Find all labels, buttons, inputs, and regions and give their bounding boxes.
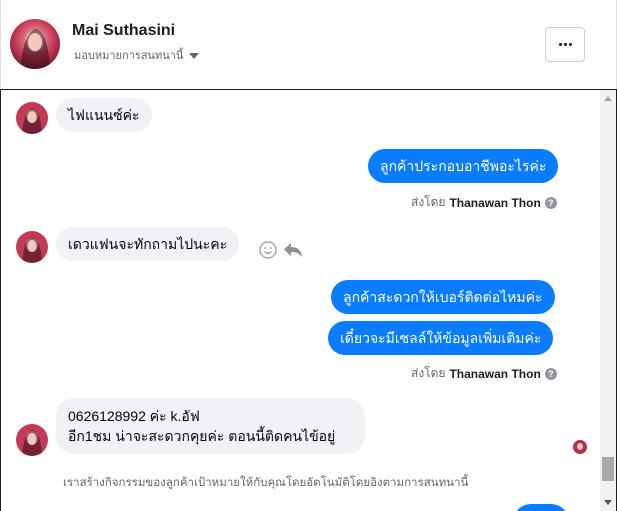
more-options-button[interactable] <box>545 27 585 62</box>
sender-avatar-image <box>16 102 48 134</box>
messenger-conversation-window: Mai Suthasini มอบหมายการสนทนานี้ ไฟแนนซ์… <box>0 0 617 511</box>
sent-by-label: ส่งโดย Thanawan Thon ? <box>411 193 557 212</box>
contact-avatar-image <box>10 19 60 69</box>
automation-note: เราสร้างกิจกรรมของลูกค้าเป้าหมายให้กับคุ… <box>63 477 469 489</box>
assign-conversation-dropdown[interactable]: มอบหมายการสนทนานี้ <box>74 46 200 64</box>
help-icon[interactable]: ? <box>544 367 557 380</box>
sent-by-prefix: ส่งโดย <box>411 195 446 209</box>
scrollbar[interactable] <box>600 90 616 511</box>
assign-conversation-label: มอบหมายการสนทนานี้ <box>74 50 184 62</box>
sender-avatar-image <box>16 424 48 456</box>
sender-avatar[interactable] <box>16 424 48 456</box>
scroll-down-button[interactable] <box>600 494 616 510</box>
message-bubble-outgoing-partial[interactable] <box>513 504 569 511</box>
arrow-down-icon <box>604 499 612 505</box>
sender-avatar[interactable] <box>16 102 48 134</box>
sent-by-agent: Thanawan Thon <box>449 366 541 381</box>
caret-down-icon <box>189 52 200 59</box>
message-bubble-incoming[interactable]: เดวแฟนจะทักถามไปนะคะ <box>56 227 240 261</box>
sent-by-prefix: ส่งโดย <box>411 366 446 380</box>
scroll-thumb[interactable] <box>602 457 614 481</box>
arrow-up-icon <box>604 95 612 101</box>
sender-avatar[interactable] <box>16 231 48 263</box>
scroll-up-button[interactable] <box>600 90 616 106</box>
message-bubble-outgoing[interactable]: ลูกค้าสะดวกให้เบอร์ติดต่อไหมค่ะ <box>331 280 555 314</box>
seen-receipt-avatar <box>573 440 587 454</box>
message-bubble-outgoing[interactable]: ลูกค้าประกอบอาชีพอะไรค่ะ <box>368 149 559 183</box>
message-line: 0626128992 ค่ะ k.อัฟ <box>68 408 200 424</box>
sent-by-label: ส่งโดย Thanawan Thon ? <box>411 364 557 383</box>
sent-by-agent: Thanawan Thon <box>449 195 541 210</box>
message-bubble-incoming[interactable]: ไฟแนนซ์ค่ะ <box>56 98 152 132</box>
more-dots-icon <box>558 43 572 46</box>
contact-avatar[interactable] <box>10 19 60 69</box>
message-line: อีก1ชม น่าจะสะดวกคุยค่ะ ตอนนี้ติดคนไข้อย… <box>68 428 336 444</box>
conversation-thread[interactable]: ไฟแนนซ์ค่ะ ลูกค้าประกอบอาชีพอะไรค่ะ ส่งโ… <box>0 89 617 511</box>
sender-avatar-image <box>16 231 48 263</box>
help-icon[interactable]: ? <box>544 196 557 209</box>
conversation-header: Mai Suthasini มอบหมายการสนทนานี้ <box>0 0 617 90</box>
smiley-react-icon[interactable] <box>259 241 277 264</box>
contact-name: Mai Suthasini <box>72 22 176 39</box>
message-bubble-outgoing[interactable]: เดี๋ยวจะมีเซลล์ให้ข้อมูลเพิ่มเติมค่ะ <box>328 321 554 355</box>
message-bubble-incoming[interactable]: 0626128992 ค่ะ k.อัฟ อีก1ชม น่าจะสะดวกคุ… <box>56 398 365 454</box>
reply-arrow-icon[interactable] <box>283 242 303 263</box>
